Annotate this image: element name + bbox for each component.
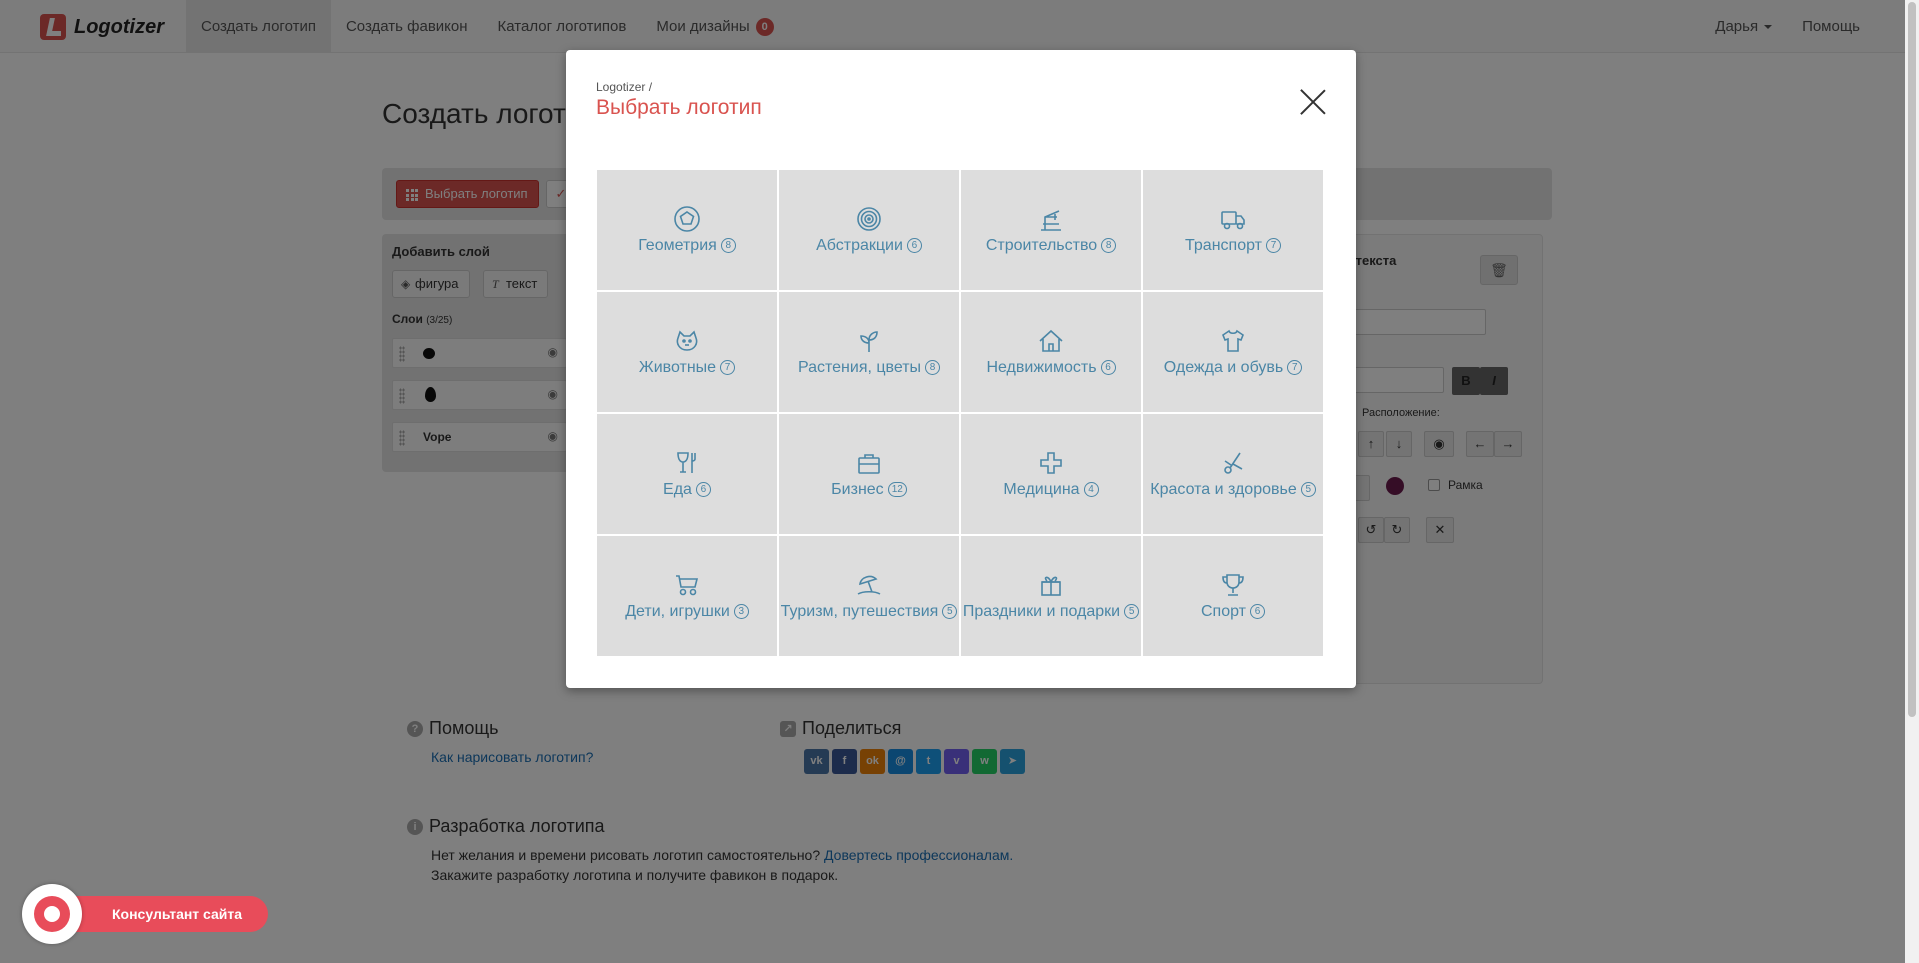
category-name: Туризм, путешествия xyxy=(780,603,939,620)
category-kids-toys[interactable]: Дети, игрушки 3 xyxy=(597,536,777,656)
animal-icon xyxy=(676,330,698,351)
category-count: 8 xyxy=(925,360,941,376)
category-label: Строительство 8 xyxy=(985,237,1117,255)
category-name: Транспорт xyxy=(1185,237,1262,254)
category-label: Медицина 4 xyxy=(1003,481,1099,499)
category-count: 8 xyxy=(1101,238,1117,254)
consultant-label[interactable]: Консультант сайта xyxy=(52,896,268,932)
category-count: 6 xyxy=(1250,604,1265,620)
category-count: 12 xyxy=(887,482,907,498)
category-animals[interactable]: Животные 7 xyxy=(597,292,777,412)
category-name: Еда xyxy=(663,481,692,498)
category-name: Геометрия xyxy=(638,237,717,254)
category-business[interactable]: Бизнес 12 xyxy=(779,414,959,534)
category-label: Животные 7 xyxy=(638,359,736,377)
breadcrumb[interactable]: Logotizer / xyxy=(596,80,652,94)
category-count: 6 xyxy=(695,482,711,498)
category-name: Животные xyxy=(638,359,717,376)
category-label: Растения, цветы 8 xyxy=(797,359,941,377)
category-geometry[interactable]: Геометрия 8 xyxy=(597,170,777,290)
category-name: Бизнес xyxy=(831,481,884,498)
crane-icon xyxy=(1041,210,1061,231)
choose-logo-modal: Logotizer / Выбрать логотип Геометрия 8 А… xyxy=(566,50,1356,688)
category-label: Красота и здоровье 5 xyxy=(1150,481,1316,499)
category-label: Туризм, путешествия 5 xyxy=(781,603,958,621)
scrollbar-thumb[interactable] xyxy=(1908,2,1916,717)
category-food[interactable]: Еда 6 xyxy=(597,414,777,534)
category-name: Красота и здоровье xyxy=(1150,481,1297,498)
briefcase-icon xyxy=(858,454,880,474)
category-count: 4 xyxy=(1083,482,1099,498)
category-count: 7 xyxy=(1265,238,1281,254)
category-real-estate[interactable]: Недвижимость 6 xyxy=(961,292,1141,412)
category-holidays-gifts[interactable]: Праздники и подарки 5 xyxy=(961,536,1141,656)
category-name: Строительство xyxy=(985,237,1098,254)
category-count: 5 xyxy=(1124,604,1140,620)
category-construction[interactable]: Строительство 8 xyxy=(961,170,1141,290)
category-medicine[interactable]: Медицина 4 xyxy=(961,414,1141,534)
category-label: Спорт 6 xyxy=(1201,603,1265,621)
stroller-icon xyxy=(676,575,699,596)
category-label: Недвижимость 6 xyxy=(986,359,1116,377)
category-count: 5 xyxy=(942,604,958,620)
category-count: 5 xyxy=(1300,482,1316,498)
trophy-icon xyxy=(1222,574,1244,596)
category-name: Недвижимость xyxy=(986,359,1097,376)
close-icon[interactable] xyxy=(1298,88,1328,118)
category-label: Дети, игрушки 3 xyxy=(625,603,749,621)
category-count: 3 xyxy=(733,604,749,620)
category-name: Медицина xyxy=(1003,481,1080,498)
category-grid: Геометрия 8 Абстракции 6 Строительство 8 Тр… xyxy=(597,170,1325,658)
category-transport[interactable]: Транспорт 7 xyxy=(1143,170,1323,290)
category-label: Транспорт 7 xyxy=(1185,237,1281,255)
cross-icon xyxy=(1040,452,1062,474)
truck-icon xyxy=(1221,211,1245,230)
category-count: 7 xyxy=(720,360,736,376)
category-name: Абстракции xyxy=(816,237,903,254)
pentagon-icon xyxy=(674,206,700,232)
page-scrollbar[interactable] xyxy=(1905,0,1919,963)
category-count: 6 xyxy=(1100,360,1116,376)
glass-fork-icon xyxy=(677,452,696,473)
lifebuoy-icon[interactable] xyxy=(22,884,82,944)
category-sport[interactable]: Спорт 6 xyxy=(1143,536,1323,656)
sprout-icon xyxy=(860,331,878,352)
category-tourism-travel[interactable]: Туризм, путешествия 5 xyxy=(779,536,959,656)
category-label: Бизнес 12 xyxy=(831,481,907,499)
category-label: Еда 6 xyxy=(663,481,711,499)
category-name: Одежда и обувь xyxy=(1163,359,1284,376)
scissors-icon xyxy=(1224,452,1243,474)
category-label: Праздники и подарки 5 xyxy=(962,603,1140,621)
category-clothing-shoes[interactable]: Одежда и обувь 7 xyxy=(1143,292,1323,412)
category-name: Растения, цветы xyxy=(797,359,922,376)
category-label: Геометрия 8 xyxy=(638,237,736,255)
category-name: Дети, игрушки xyxy=(625,603,730,620)
category-name: Праздники и подарки xyxy=(962,603,1121,620)
category-count: 6 xyxy=(906,238,922,254)
category-beauty-health[interactable]: Красота и здоровье 5 xyxy=(1143,414,1323,534)
house-icon xyxy=(1039,329,1063,352)
category-label: Одежда и обувь 7 xyxy=(1163,359,1303,377)
category-plants-flowers[interactable]: Растения, цветы 8 xyxy=(779,292,959,412)
category-count: 8 xyxy=(720,238,736,254)
category-abstractions[interactable]: Абстракции 6 xyxy=(779,170,959,290)
spiral-icon xyxy=(857,207,881,231)
category-count: 7 xyxy=(1287,360,1303,376)
modal-title: Выбрать логотип xyxy=(596,96,762,119)
category-name: Спорт xyxy=(1201,603,1246,620)
umbrella-icon xyxy=(857,575,881,595)
shirt-icon xyxy=(1222,329,1244,352)
gift-icon xyxy=(1041,576,1061,596)
category-label: Абстракции 6 xyxy=(816,237,922,255)
